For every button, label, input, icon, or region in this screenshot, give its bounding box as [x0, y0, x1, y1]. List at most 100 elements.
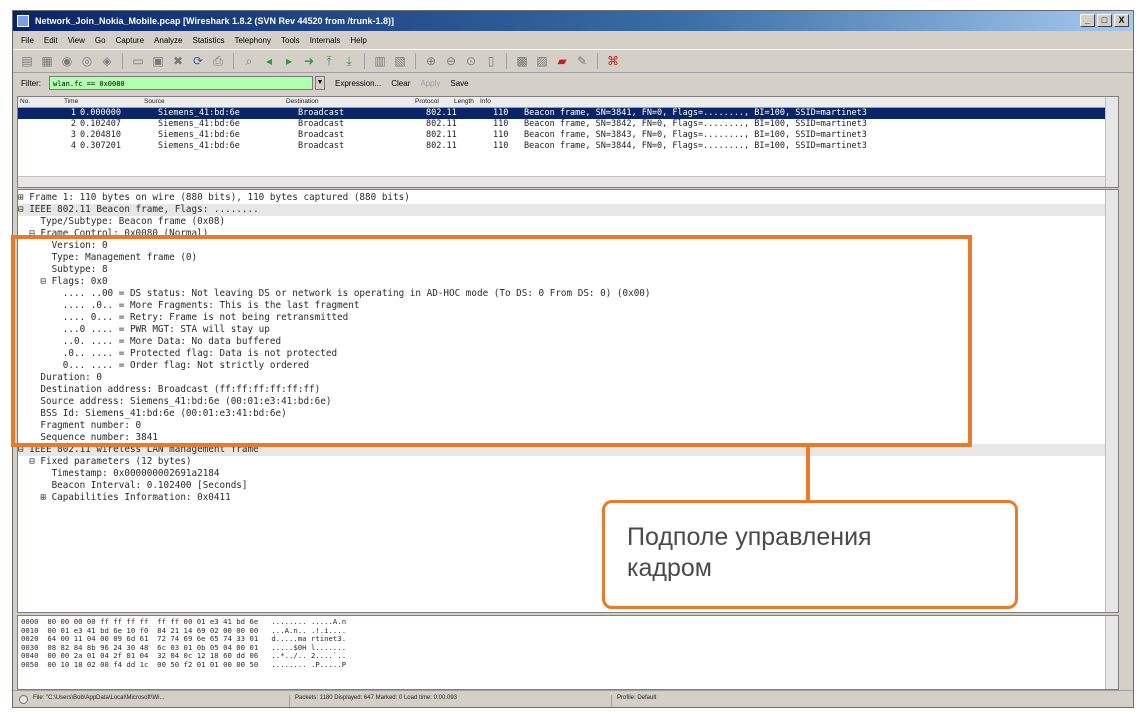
zoom-in-icon[interactable]: ⊕ [423, 53, 439, 69]
packet-row[interactable]: 1 0.000000 Siemens_41:bd:6e Broadcast 80… [18, 108, 1118, 119]
expression-button[interactable]: Expression... [335, 79, 381, 88]
packet-info: Beacon frame, SN=3842, FN=0, Flags=.....… [524, 119, 867, 129]
packet-list-header: No. Time Source Destination Protocol Len… [18, 97, 1118, 108]
frame-control-highlight [11, 235, 972, 447]
packet-list-vertical-scrollbar[interactable] [1105, 97, 1118, 187]
menu-internals[interactable]: Internals [310, 36, 341, 45]
close-file-icon[interactable]: ✖ [170, 53, 186, 69]
column-length[interactable]: Length [454, 98, 474, 105]
menu-help[interactable]: Help [350, 36, 366, 45]
column-destination[interactable]: Destination [286, 98, 319, 105]
packet-length: 110 [493, 130, 509, 140]
packet-length: 110 [493, 119, 509, 129]
status-file: File: "C:\Users\Bob\AppData\Local\Micros… [33, 695, 165, 701]
auto-scroll-icon[interactable]: ▧ [392, 53, 408, 69]
reload-icon[interactable]: ⟳ [190, 53, 206, 69]
tree-item[interactable]: ⊟ Fixed parameters (12 bytes) [18, 456, 1118, 468]
packet-list-horizontal-scrollbar[interactable] [18, 176, 1118, 187]
menu-file[interactable]: File [21, 36, 34, 45]
packet-time: 0.000000 [80, 108, 121, 118]
menu-statistics[interactable]: Statistics [193, 36, 225, 45]
menu-capture[interactable]: Capture [116, 36, 144, 45]
packet-time: 0.102407 [80, 119, 121, 129]
packet-source: Siemens_41:bd:6e [158, 130, 240, 140]
find-packet-icon[interactable]: ⌕ [241, 53, 257, 69]
packet-bytes-pane: 0000 80 00 00 00 ff ff ff ff ff ff 00 01… [17, 615, 1119, 690]
colorize-icon[interactable]: ▥ [372, 53, 388, 69]
packet-time: 0.307201 [80, 141, 121, 151]
status-separator [611, 695, 612, 707]
help-icon[interactable]: ⌘ [605, 53, 621, 69]
tree-item[interactable]: Type/Subtype: Beacon frame (0x08) [18, 216, 1118, 228]
menu-telephony[interactable]: Telephony [235, 36, 271, 45]
tree-item[interactable]: Beacon Interval: 0.102400 [Seconds] [18, 480, 1118, 492]
tree-item[interactable]: Timestamp: 0x000000002691a2184 [18, 468, 1118, 480]
go-back-icon[interactable]: ◂ [261, 53, 277, 69]
preferences-icon[interactable]: ✎ [574, 53, 590, 69]
status-separator [289, 695, 290, 707]
column-protocol[interactable]: Protocol [415, 98, 439, 105]
print-icon[interactable]: ⎙ [210, 53, 226, 69]
bytes-vertical-scrollbar[interactable] [1105, 616, 1118, 689]
display-filter-input[interactable]: wlan.fc == 0x0080 [49, 76, 313, 90]
toolbar-separator [233, 53, 234, 69]
display-filters-icon[interactable]: ▨ [534, 53, 550, 69]
go-to-packet-icon[interactable]: ➜ [301, 53, 317, 69]
column-source[interactable]: Source [144, 98, 165, 105]
maximize-button[interactable]: □ [1097, 14, 1112, 27]
minimize-button[interactable]: _ [1080, 14, 1095, 27]
save-file-icon[interactable]: ▣ [150, 53, 166, 69]
menu-go[interactable]: Go [95, 36, 106, 45]
toolbar-separator [364, 53, 365, 69]
display-filter-bar: Filter: wlan.fc == 0x0080 ▼ Expression..… [13, 72, 1133, 94]
packet-row[interactable]: 2 0.102407 Siemens_41:bd:6e Broadcast 80… [18, 119, 1118, 130]
callout-connector [806, 447, 810, 500]
stop-capture-icon[interactable]: ◎ [79, 53, 95, 69]
column-info[interactable]: Info [480, 98, 491, 105]
tree-item[interactable]: ⊟ IEEE 802.11 Beacon frame, Flags: .....… [18, 204, 1118, 216]
close-button[interactable]: X [1114, 14, 1129, 27]
coloring-rules-icon[interactable]: ▰ [554, 53, 570, 69]
packet-no: 4 [70, 141, 76, 151]
main-toolbar: ▤ ▦ ◉ ◎ ◈ ▭ ▣ ✖ ⟳ ⎙ ⌕ ◂ ▸ ➜ ⤒ ⤓ ▥ ▧ ⊕ ⊖ … [13, 49, 1133, 73]
resize-columns-icon[interactable]: ▯ [483, 53, 499, 69]
clear-button[interactable]: Clear [391, 79, 410, 88]
packet-row[interactable]: 4 0.307201 Siemens_41:bd:6e Broadcast 80… [18, 141, 1118, 152]
menu-analyze[interactable]: Analyze [154, 36, 182, 45]
column-time[interactable]: Time [64, 98, 78, 105]
tree-item[interactable]: ⊞ Frame 1: 110 bytes on wire (880 bits),… [18, 192, 1118, 204]
last-packet-icon[interactable]: ⤓ [341, 53, 357, 69]
packet-info: Beacon frame, SN=3843, FN=0, Flags=.....… [524, 130, 867, 140]
packet-row[interactable]: 3 0.204810 Siemens_41:bd:6e Broadcast 80… [18, 130, 1118, 141]
menu-edit[interactable]: Edit [44, 36, 58, 45]
annotation-callout: Подполе управления кадром [602, 500, 1018, 609]
first-packet-icon[interactable]: ⤒ [321, 53, 337, 69]
packet-destination: Broadcast [298, 141, 345, 151]
zoom-out-icon[interactable]: ⊖ [443, 53, 459, 69]
wireshark-app-icon [17, 15, 29, 27]
toolbar-separator [415, 53, 416, 69]
interfaces-icon[interactable]: ▤ [19, 53, 35, 69]
options-icon[interactable]: ▦ [39, 53, 55, 69]
capture-filters-icon[interactable]: ▩ [514, 53, 530, 69]
restart-capture-icon[interactable]: ◈ [99, 53, 115, 69]
column-no[interactable]: No. [20, 98, 30, 105]
packet-time: 0.204810 [80, 130, 121, 140]
expert-info-icon[interactable] [19, 695, 28, 704]
go-forward-icon[interactable]: ▸ [281, 53, 297, 69]
menu-view[interactable]: View [68, 36, 85, 45]
open-file-icon[interactable]: ▭ [130, 53, 146, 69]
details-vertical-scrollbar[interactable] [1105, 190, 1118, 612]
callout-line-2: кадром [627, 554, 712, 582]
apply-button[interactable]: Apply [420, 79, 440, 88]
packet-protocol: 802.11 [426, 141, 457, 151]
hex-line: 0050 00 10 18 02 00 f4 dd 1c 00 50 f2 01… [21, 659, 347, 669]
save-filter-button[interactable]: Save [450, 79, 468, 88]
start-capture-icon[interactable]: ◉ [59, 53, 75, 69]
zoom-normal-icon[interactable]: ⊙ [463, 53, 479, 69]
chevron-down-icon[interactable]: ▼ [315, 76, 325, 90]
menu-tools[interactable]: Tools [281, 36, 300, 45]
status-profile[interactable]: Profile: Default [617, 695, 656, 701]
callout-text: Подполе управления кадром [627, 522, 872, 584]
packet-protocol: 802.11 [426, 108, 457, 118]
